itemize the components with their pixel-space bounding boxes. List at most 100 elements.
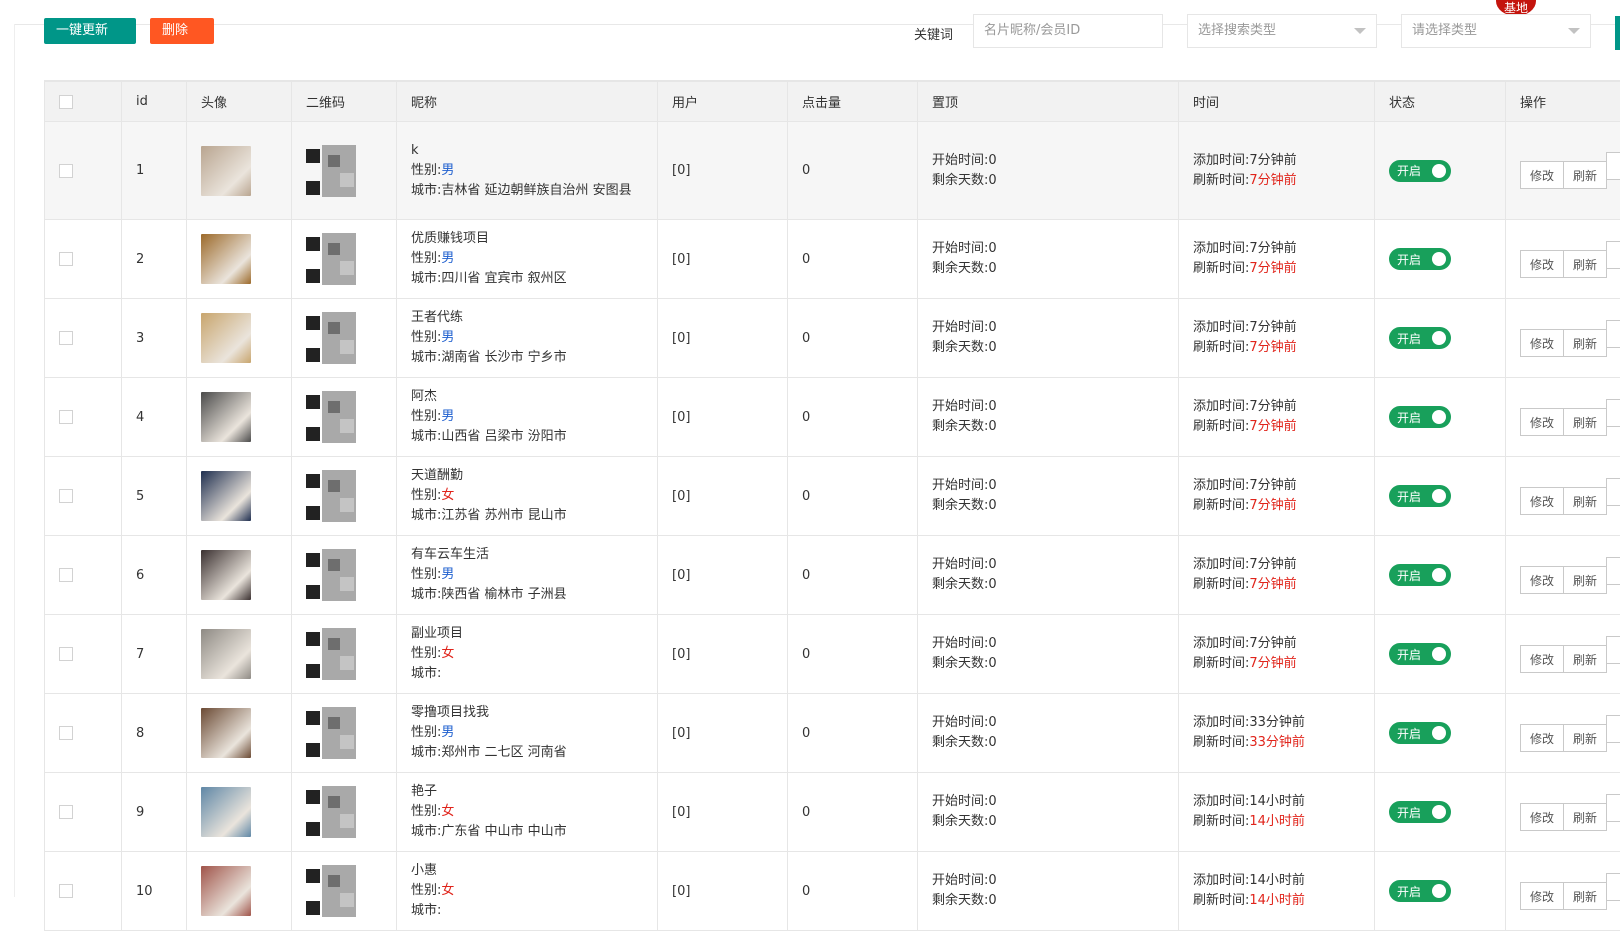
more-action-button[interactable]	[1606, 873, 1620, 901]
qrcode-image[interactable]	[306, 312, 356, 364]
more-action-button[interactable]	[1606, 478, 1620, 506]
gender-value: 男	[441, 330, 454, 345]
row-select-cell	[45, 378, 122, 457]
qrcode-image[interactable]	[306, 145, 356, 197]
row-checkbox[interactable]	[59, 805, 73, 819]
clicks-cell: 0	[788, 694, 918, 773]
qrcode-image[interactable]	[306, 628, 356, 680]
toggle-knob	[1432, 805, 1446, 819]
refresh-button[interactable]: 刷新	[1563, 803, 1607, 831]
start-time-line: 开始时间:0	[932, 239, 1164, 259]
edit-button[interactable]: 修改	[1520, 803, 1564, 831]
status-toggle[interactable]: 开启	[1389, 406, 1451, 428]
edit-button[interactable]: 修改	[1520, 645, 1564, 673]
edit-button[interactable]: 修改	[1520, 250, 1564, 278]
delete-button[interactable]: 删除	[150, 18, 214, 44]
qrcode-image[interactable]	[306, 391, 356, 443]
row-checkbox[interactable]	[59, 331, 73, 345]
status-toggle[interactable]: 开启	[1389, 722, 1451, 744]
row-checkbox[interactable]	[59, 726, 73, 740]
avatar-image[interactable]	[201, 146, 251, 196]
more-action-button[interactable]	[1606, 557, 1620, 585]
more-action-button[interactable]	[1606, 636, 1620, 664]
row-checkbox[interactable]	[59, 884, 73, 898]
more-action-button[interactable]	[1606, 399, 1620, 427]
clicks-cell: 0	[788, 299, 918, 378]
avatar-cell	[187, 615, 292, 694]
more-action-button[interactable]	[1606, 152, 1620, 180]
remaining-days-line: 剩余天数:0	[932, 338, 1164, 358]
more-action-button[interactable]	[1606, 715, 1620, 743]
nickname-cell: 王者代练性别:男城市:湖南省 长沙市 宁乡市	[397, 299, 658, 378]
refresh-button[interactable]: 刷新	[1563, 250, 1607, 278]
avatar-image[interactable]	[201, 866, 251, 916]
type-select[interactable]: 请选择类型	[1401, 14, 1591, 48]
clicks-cell: 0	[788, 852, 918, 931]
status-toggle[interactable]: 开启	[1389, 160, 1451, 182]
more-action-button[interactable]	[1606, 794, 1620, 822]
search-button[interactable]	[1615, 16, 1620, 50]
refreshed-time-line: 刷新时间:7分钟前	[1193, 654, 1360, 674]
qrcode-image[interactable]	[306, 865, 356, 917]
row-checkbox[interactable]	[59, 647, 73, 661]
more-action-button[interactable]	[1606, 320, 1620, 348]
refresh-button[interactable]: 刷新	[1563, 645, 1607, 673]
city-line: 城市:	[411, 664, 643, 684]
refresh-button[interactable]: 刷新	[1563, 487, 1607, 515]
row-checkbox[interactable]	[59, 489, 73, 503]
qrcode-image[interactable]	[306, 470, 356, 522]
select-all-checkbox[interactable]	[59, 95, 73, 109]
row-id: 3	[122, 299, 187, 378]
more-action-button[interactable]	[1606, 241, 1620, 269]
status-toggle[interactable]: 开启	[1389, 327, 1451, 349]
avatar-image[interactable]	[201, 629, 251, 679]
edit-button[interactable]: 修改	[1520, 161, 1564, 189]
avatar-image[interactable]	[201, 313, 251, 363]
avatar-image[interactable]	[201, 392, 251, 442]
status-cell: 开启	[1375, 615, 1506, 694]
avatar-image[interactable]	[201, 471, 251, 521]
row-checkbox[interactable]	[59, 568, 73, 582]
status-toggle[interactable]: 开启	[1389, 564, 1451, 586]
keyword-search-input[interactable]: 名片昵称/会员ID	[973, 14, 1163, 48]
row-checkbox[interactable]	[59, 164, 73, 178]
added-time-line: 添加时间:7分钟前	[1193, 476, 1360, 496]
avatar-image[interactable]	[201, 787, 251, 837]
header-select-all[interactable]	[45, 82, 122, 122]
search-type-select[interactable]: 选择搜索类型	[1187, 14, 1377, 48]
avatar-image[interactable]	[201, 550, 251, 600]
refresh-button[interactable]: 刷新	[1563, 882, 1607, 910]
edit-button[interactable]: 修改	[1520, 329, 1564, 357]
status-toggle[interactable]: 开启	[1389, 485, 1451, 507]
avatar-image[interactable]	[201, 708, 251, 758]
refresh-button[interactable]: 刷新	[1563, 329, 1607, 357]
status-toggle[interactable]: 开启	[1389, 643, 1451, 665]
refresh-button[interactable]: 刷新	[1563, 408, 1607, 436]
qrcode-cell	[292, 122, 397, 220]
toggle-knob	[1432, 568, 1446, 582]
user-cell: [0]	[658, 694, 788, 773]
edit-button[interactable]: 修改	[1520, 487, 1564, 515]
status-toggle[interactable]: 开启	[1389, 880, 1451, 902]
row-checkbox[interactable]	[59, 252, 73, 266]
refresh-button[interactable]: 刷新	[1563, 161, 1607, 189]
edit-button[interactable]: 修改	[1520, 724, 1564, 752]
qrcode-image[interactable]	[306, 233, 356, 285]
header-nickname: 昵称	[397, 82, 658, 122]
edit-button[interactable]: 修改	[1520, 882, 1564, 910]
qrcode-image[interactable]	[306, 549, 356, 601]
row-checkbox[interactable]	[59, 410, 73, 424]
avatar-image[interactable]	[201, 234, 251, 284]
nickname-text: 优质赚钱项目	[411, 229, 643, 249]
refresh-button[interactable]: 刷新	[1563, 566, 1607, 594]
refresh-button[interactable]: 刷新	[1563, 724, 1607, 752]
edit-button[interactable]: 修改	[1520, 408, 1564, 436]
row-id: 1	[122, 122, 187, 220]
edit-button[interactable]: 修改	[1520, 566, 1564, 594]
bulk-update-button[interactable]: 一键更新	[44, 18, 136, 44]
status-toggle[interactable]: 开启	[1389, 801, 1451, 823]
qrcode-image[interactable]	[306, 786, 356, 838]
actions-cell: 修改刷新	[1506, 773, 1620, 852]
qrcode-image[interactable]	[306, 707, 356, 759]
status-toggle[interactable]: 开启	[1389, 248, 1451, 270]
